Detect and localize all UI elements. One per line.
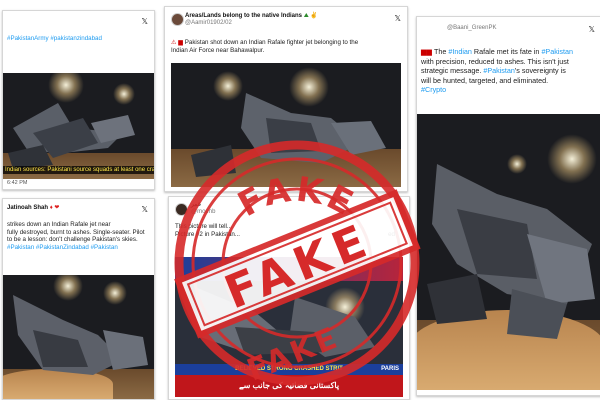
post-card-4[interactable]: Jatinoah Shah ♦ ❤ 𝕏 strikes down an Indi… <box>2 198 155 400</box>
post-photo <box>171 63 401 187</box>
post-photo <box>3 275 154 399</box>
wreckage-image <box>13 295 148 375</box>
post-author[interactable]: غمر <box>191 202 201 209</box>
x-logo-icon: 𝕏 <box>141 205 148 214</box>
x-logo-icon: 𝕏 <box>588 25 595 34</box>
news-ticker: BELIEVED STRONG CRASHED STRIT PARIS <box>175 364 403 375</box>
wreckage-image <box>427 164 595 339</box>
x-logo-icon: 𝕏 <box>141 17 148 26</box>
video-subtitle: Indian sources: Pakistani source squads … <box>3 166 154 174</box>
post-handle[interactable]: @moenb <box>191 209 215 216</box>
post-card-1[interactable]: 𝕏 #PakistanArmy #pakistanzindabad Indian… <box>2 10 155 190</box>
news-ticker-urdu: پاکستانی فضائیہ کی جانب سے <box>175 375 403 397</box>
post-meta: 6:42 PM <box>7 180 28 186</box>
post-card-5[interactable]: غمر @moenb 𝕏 This picture will tell... P… <box>168 196 410 400</box>
avatar[interactable] <box>175 203 188 216</box>
post-author[interactable]: Jatinoah Shah ♦ ❤ <box>7 205 127 212</box>
post-handle[interactable]: @Aamir01902/02 <box>185 20 232 27</box>
wreckage-image <box>191 93 386 177</box>
post-text: strikes down an Indian Rafale jet near f… <box>7 221 145 251</box>
x-logo-icon: 𝕏 <box>394 14 401 23</box>
wreckage-image <box>8 103 135 169</box>
post-author[interactable]: Areas/Lands belong to the native Indians… <box>185 13 375 20</box>
post-photo <box>417 114 600 390</box>
post-text: ▆▆ The #Indian Rafale met its fate in #P… <box>421 47 574 94</box>
post-photo: BELIEVED STRONG CRASHED STRIT PARIS پاکس… <box>175 257 403 397</box>
post-text: This picture will tell... Picture #2 in … <box>175 223 395 238</box>
post-photo: Indian sources: Pakistani source squads … <box>3 73 154 179</box>
post-text: ⚠ ▆ Pakistan shot down an Indian Rafale … <box>171 39 359 54</box>
post-card-2[interactable]: Areas/Lands belong to the native Indians… <box>164 6 408 192</box>
x-logo-icon: 𝕏 <box>396 203 403 212</box>
post-card-3[interactable]: @Baani_GreenPK 𝕏 ▆▆ The #Indian Rafale m… <box>416 16 600 396</box>
post-hashtags[interactable]: #PakistanArmy #pakistanzindabad <box>7 35 152 43</box>
post-handle[interactable]: @Baani_GreenPK <box>447 25 496 32</box>
avatar[interactable] <box>171 13 184 26</box>
